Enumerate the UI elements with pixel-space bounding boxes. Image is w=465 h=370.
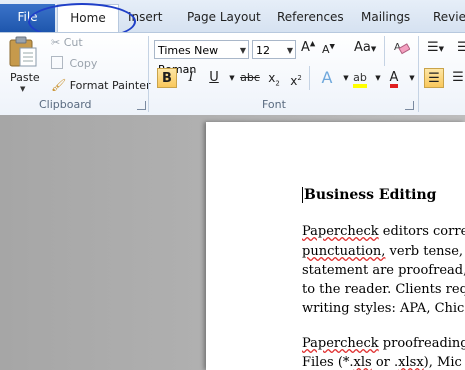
paste-button[interactable]: Paste ▼ [4,36,42,96]
tab-review[interactable]: Review [433,6,465,30]
cut-button[interactable]: ✂ Cut [51,36,83,49]
align-left-icon: ☰ [428,71,440,86]
align-left-button[interactable]: ☰ [424,68,444,88]
clear-formatting-icon: A [394,42,411,55]
superscript-button[interactable]: x2 [286,68,306,88]
align-center-button[interactable]: ☰ [448,68,465,88]
paragraph-line: statement are proofread, e [302,263,465,278]
chevron-down-icon: ▼ [438,45,445,53]
font-dialog-launcher-icon[interactable] [405,101,414,110]
clear-formatting-button[interactable]: A [392,38,411,59]
numbered-list-icon: ☰ [457,40,465,55]
font-color-icon: A [389,71,399,88]
tab-file[interactable]: File [0,4,55,32]
paragraph-line: Files (*.xls or .xlsx), Mic [302,355,462,370]
cut-label: Cut [63,36,83,49]
chevron-down-icon: ▼ [20,85,26,93]
superscript-icon: x2 [290,74,302,88]
clipboard-group-label: Clipboard [39,98,92,111]
format-painter-button[interactable]: 🖌 Format Painter [51,78,151,92]
text-effects-button[interactable]: A [317,68,337,88]
align-center-icon: ☰ [452,70,464,85]
paragraph-line: Papercheck editors correc [302,224,465,239]
font-color-dropdown[interactable]: ▼ [402,68,422,88]
font-size-value: 12 [256,44,270,57]
paste-label: Paste [10,71,40,84]
paragraph-line: punctuation, verb tense, s [302,244,465,259]
chevron-down-icon: ▼ [375,74,381,82]
shrink-font-button[interactable]: A▼ [322,42,335,56]
font-size-select[interactable]: 12 ▼ [252,40,296,59]
clipboard-dialog-launcher-icon[interactable] [137,101,146,110]
bullet-list-icon: ☰ [427,40,439,55]
font-family-select[interactable]: Times New Roman ▼ [154,40,249,76]
tab-home[interactable]: Home [57,4,119,33]
bold-icon: B [162,71,172,86]
paragraph-line: writing styles: APA, Chic [302,301,465,316]
tab-page-layout[interactable]: Page Layout [187,6,261,30]
strikethrough-button[interactable]: abc [238,68,262,88]
grow-font-icon: A▲ [301,40,316,56]
copy-icon [51,56,63,69]
group-separator [148,36,149,112]
chevron-down-icon: ▼ [229,74,235,82]
ribbon-tab-row: File Home Insert Page Layout References … [0,0,465,33]
chevron-down-icon: ▼ [343,74,349,82]
tab-mailings[interactable]: Mailings [361,6,410,30]
scissors-icon: ✂ [51,36,61,49]
chevron-down-icon: ▼ [409,74,415,82]
bold-button[interactable]: B [157,68,177,88]
change-case-button[interactable]: Aa▼ [354,40,376,55]
chevron-down-icon: ▼ [286,46,293,55]
font-color-button[interactable]: A [384,68,404,88]
tab-insert[interactable]: Insert [128,6,162,30]
divider [309,66,310,90]
highlighter-icon: ab [353,72,367,88]
numbering-button[interactable]: ☰ [457,40,465,55]
format-painter-label: Format Painter [69,79,151,92]
document-title: Business Editing [302,187,437,203]
underline-button[interactable]: U [204,68,224,88]
document-page[interactable]: Business Editing Papercheck editors corr… [206,122,465,370]
strikethrough-icon: abc [240,71,260,84]
copy-button[interactable]: Copy [51,56,97,70]
subscript-button[interactable]: x2 [264,68,284,88]
text-effects-icon: A [321,68,333,87]
group-separator [418,36,419,112]
change-case-icon: Aa▼ [354,40,377,55]
subscript-icon: x2 [268,71,280,88]
paragraph-line: Papercheck proofreading [302,336,465,351]
tab-references[interactable]: References [277,6,344,30]
divider [384,36,385,66]
paintbrush-icon: 🖌 [51,78,67,92]
italic-button[interactable]: I [181,68,201,88]
italic-icon: I [188,70,194,85]
paragraph-line: to the reader. Clients requ [302,282,465,297]
paste-icon [9,36,37,67]
shrink-font-icon: A▼ [322,42,335,56]
underline-icon: U [209,70,219,85]
chevron-down-icon: ▼ [239,46,246,55]
highlight-button[interactable]: ab [350,68,370,88]
bullets-button[interactable]: ☰▼ [427,40,444,55]
copy-label: Copy [69,57,98,70]
grow-font-button[interactable]: A▲ [301,40,315,55]
font-group-label: Font [262,98,286,111]
